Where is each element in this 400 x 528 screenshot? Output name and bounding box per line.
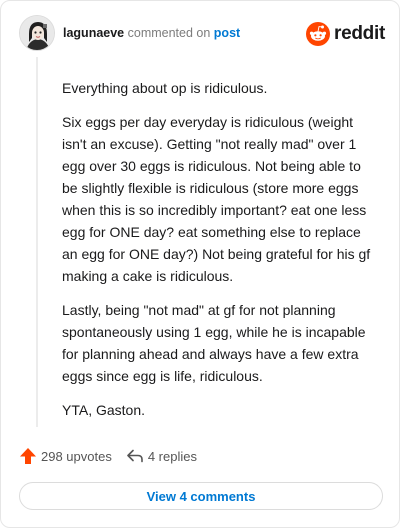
reply-button[interactable]: 4 replies xyxy=(126,448,197,464)
thread-line[interactable] xyxy=(36,57,38,427)
reddit-wordmark: reddit xyxy=(334,23,385,44)
reddit-brand[interactable]: reddit xyxy=(306,21,385,47)
comment-meta: lagunaeve commented on post xyxy=(63,26,240,40)
comment-paragraph: Six eggs per day everyday is ridiculous … xyxy=(62,114,371,284)
view-comments-button[interactable]: View 4 comments xyxy=(19,482,383,510)
upvote-button[interactable]: 298 upvotes xyxy=(19,447,112,465)
upvote-arrow-icon xyxy=(20,448,36,464)
comment-body: Everything about op is ridiculous. Six e… xyxy=(62,77,380,433)
avatar-illustration-icon xyxy=(20,16,54,50)
comment-actions: 298 upvotes 4 replies xyxy=(19,445,197,467)
upvote-count: 298 upvotes xyxy=(41,448,112,464)
reply-count: 4 replies xyxy=(147,448,197,464)
commented-on-label: commented on xyxy=(127,26,211,40)
comment-header: lagunaeve commented on post reddit xyxy=(19,15,385,55)
username-link[interactable]: lagunaeve xyxy=(63,26,124,40)
comment-paragraph: Lastly, being "not mad" at gf for not pl… xyxy=(62,302,366,384)
comment-paragraph: YTA, Gaston. xyxy=(62,402,145,418)
user-avatar[interactable] xyxy=(19,15,55,51)
post-link[interactable]: post xyxy=(214,26,240,40)
reply-arrow-icon xyxy=(127,449,143,463)
reddit-snoo-icon xyxy=(306,22,331,46)
comment-paragraph: Everything about op is ridiculous. xyxy=(62,80,268,96)
comment-card: lagunaeve commented on post reddit Every… xyxy=(0,0,400,528)
